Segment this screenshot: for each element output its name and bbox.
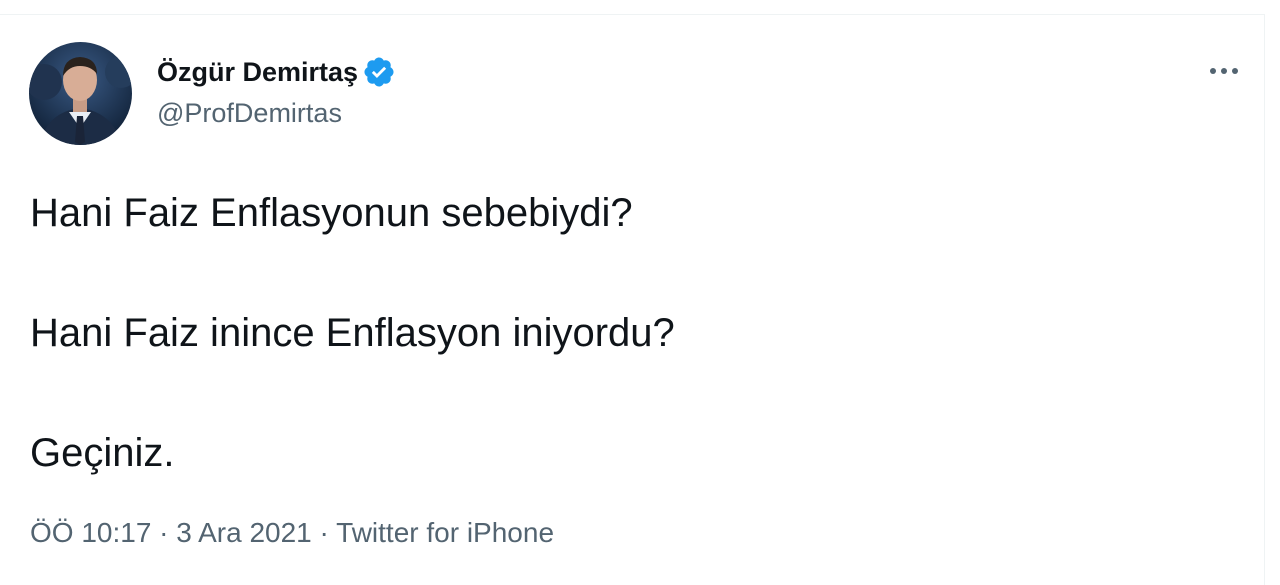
tweet-text: Hani Faiz Enflasyonun sebebiydi? Hani Fa… (30, 187, 1230, 479)
avatar[interactable] (29, 42, 132, 145)
tweet-line: Geçiniz. (30, 431, 175, 475)
tweet-line: Hani Faiz inince Enflasyon iniyordu? (30, 311, 675, 355)
tweet-card: Özgür Demirtaş @ProfDemirtas Hani Faiz E… (0, 15, 1264, 585)
more-options-icon[interactable] (1202, 60, 1246, 82)
meta-separator: · (311, 517, 337, 548)
author-handle[interactable]: @ProfDemirtas (157, 98, 342, 129)
meta-separator: · (151, 517, 177, 548)
author-name-text[interactable]: Özgür Demirtaş (157, 57, 358, 88)
tweet-line: Hani Faiz Enflasyonun sebebiydi? (30, 191, 633, 235)
tweet-date[interactable]: 3 Ara 2021 (176, 517, 311, 548)
tweet-time[interactable]: ÖÖ 10:17 (30, 517, 151, 548)
verified-badge-icon (362, 55, 396, 89)
right-divider (1264, 14, 1265, 585)
tweet-source[interactable]: Twitter for iPhone (336, 517, 554, 548)
tweet-meta: ÖÖ 10:17 · 3 Ara 2021 · Twitter for iPho… (30, 517, 554, 549)
author-name[interactable]: Özgür Demirtaş (157, 55, 396, 89)
